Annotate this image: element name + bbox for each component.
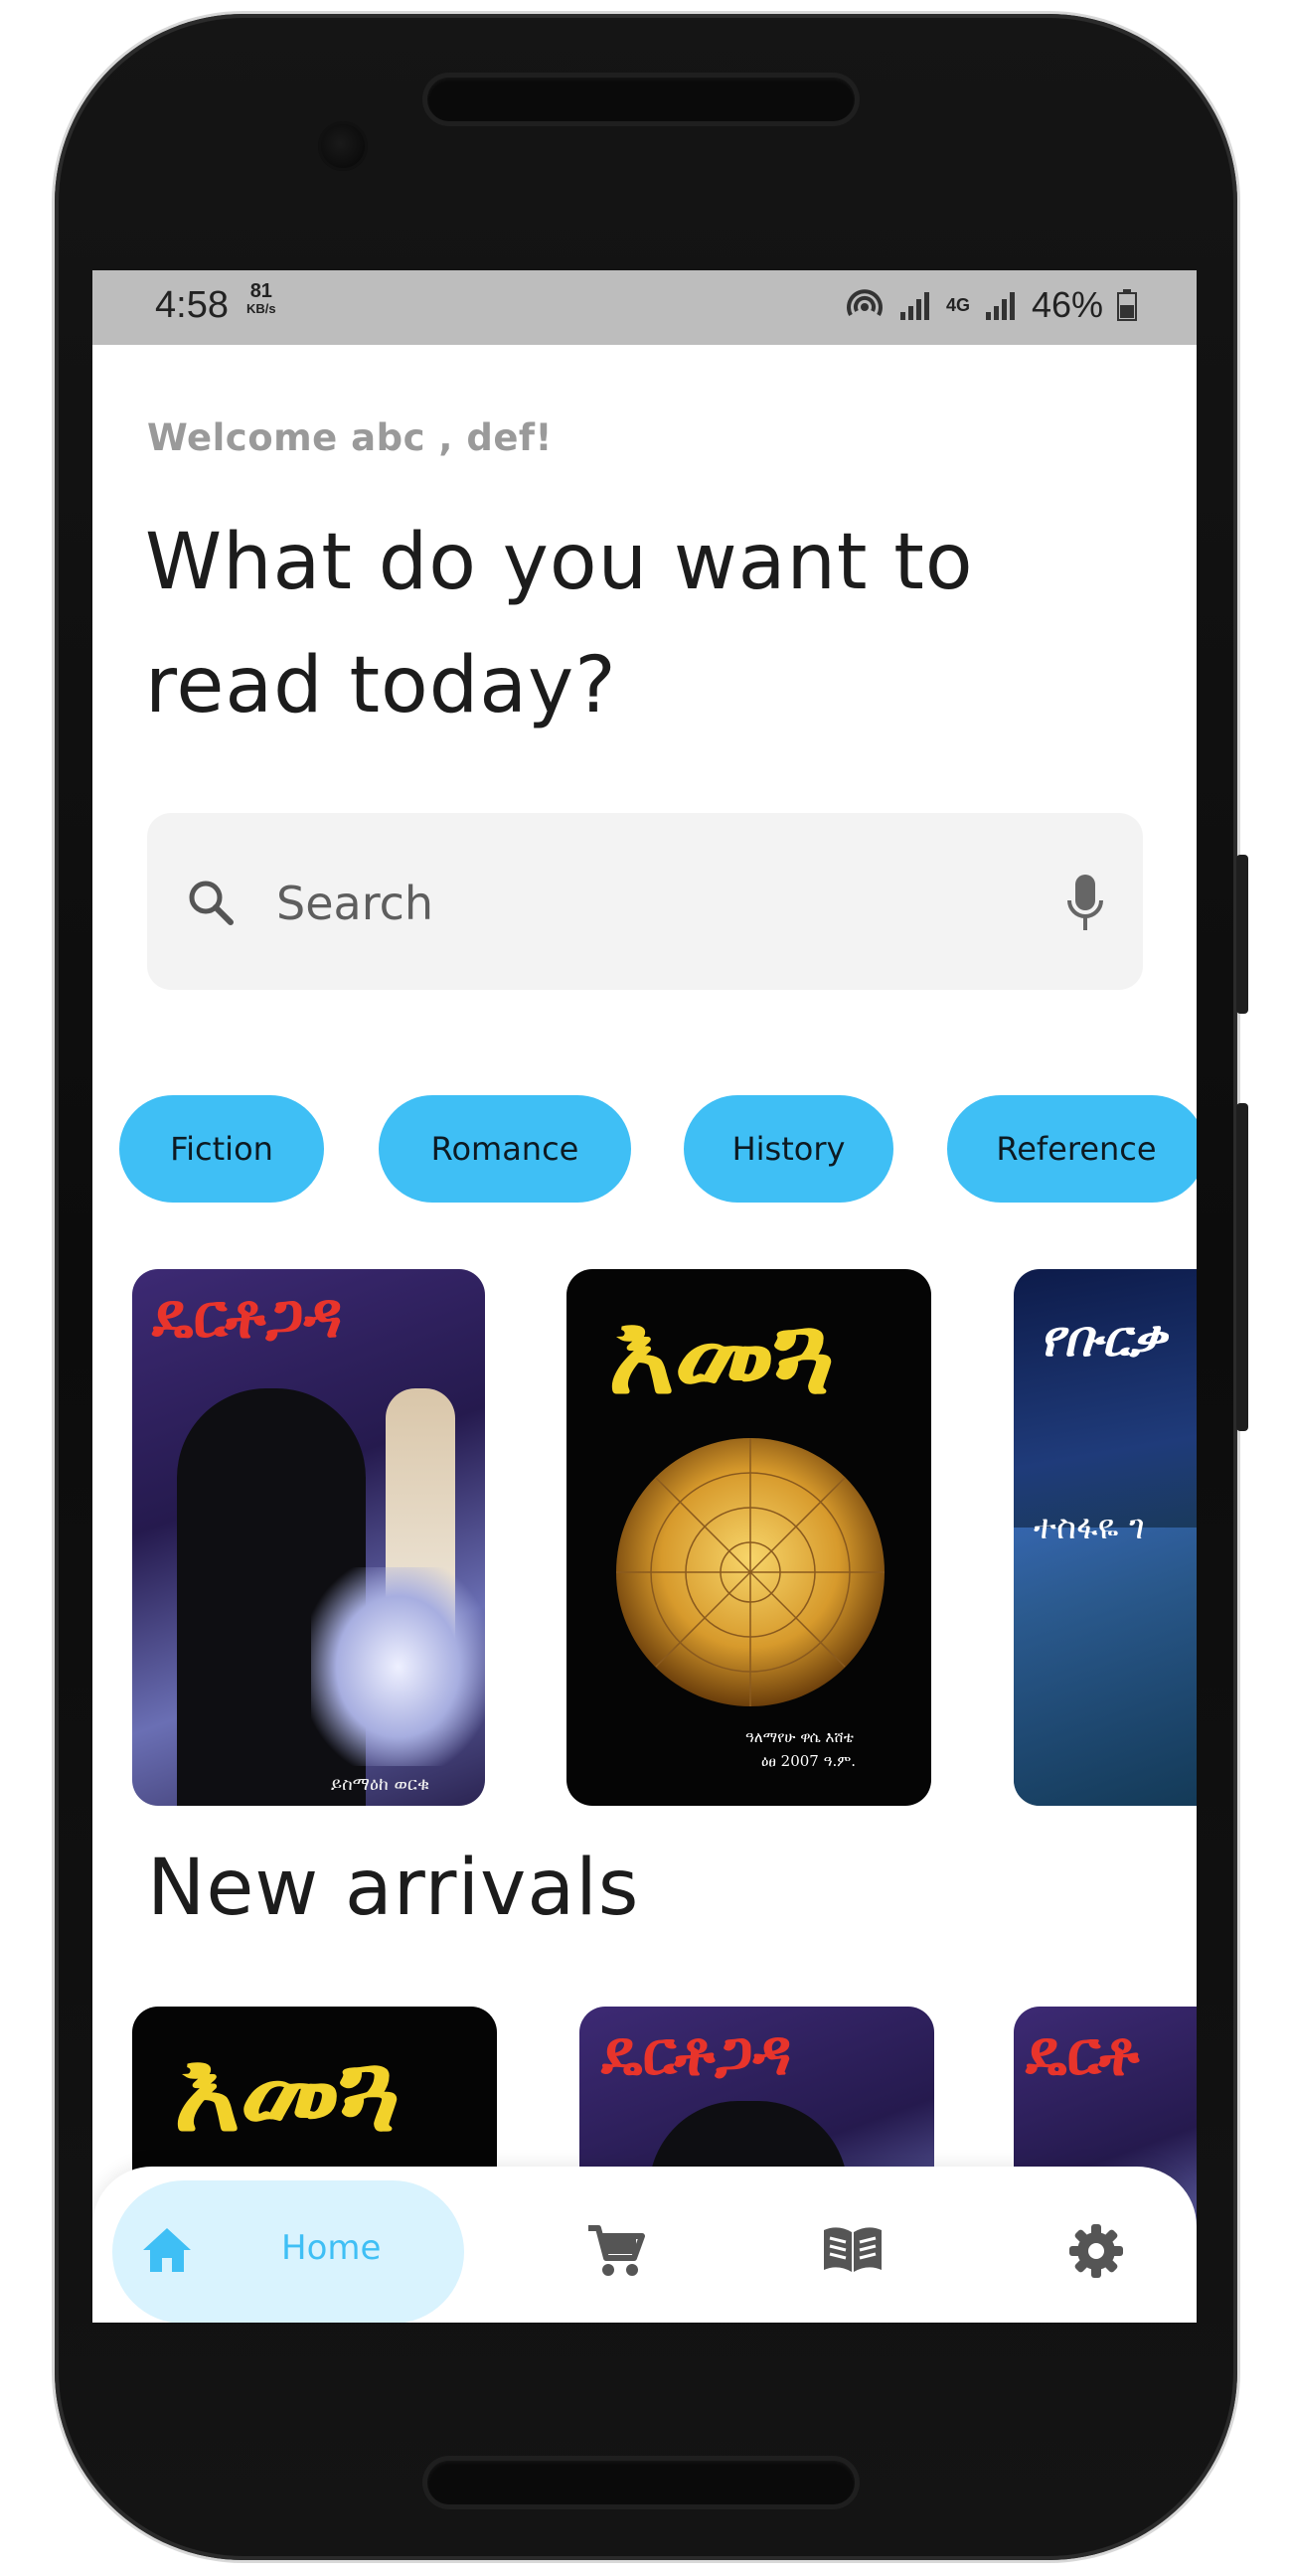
- bottom-speaker: [427, 2461, 855, 2504]
- signal-icon: [898, 290, 932, 320]
- book-title: ዴርቶ: [1026, 2016, 1140, 2089]
- front-camera: [318, 121, 368, 171]
- book-edition: ዕፀ 2007 ዓ.ም.: [761, 1752, 857, 1770]
- book-title: ዴርቶጋዳ: [601, 2016, 792, 2089]
- status-icons: 4G 46%: [845, 284, 1137, 326]
- page-title: What do you want to read today?: [145, 518, 974, 730]
- book-author: ተስፋዬ ገ: [1034, 1508, 1145, 1547]
- nav-home-label[interactable]: Home: [281, 2228, 381, 2268]
- app-screen: 4:58 81 KB/s 4G 46% Welcome abc , def! W…: [92, 270, 1197, 2323]
- network-speed: 81 KB/s: [246, 280, 276, 318]
- chip-fiction[interactable]: Fiction: [119, 1095, 324, 1203]
- network-type: 4G: [945, 295, 970, 315]
- battery-percentage: 46%: [1031, 284, 1103, 325]
- book-title: እመጓ: [608, 1289, 836, 1419]
- chip-history[interactable]: History: [684, 1095, 893, 1203]
- category-chips: Fiction Romance History Reference: [92, 1095, 1197, 1205]
- book-author: ዓለማየሁ ዋሴ እሸቴ: [745, 1728, 854, 1746]
- book-title: የቡርቃ: [1040, 1309, 1167, 1368]
- bottom-navigation: Home: [92, 2167, 1197, 2323]
- cart-icon[interactable]: [586, 2224, 646, 2278]
- status-bar: 4:58 81 KB/s 4G 46%: [92, 270, 1197, 345]
- welcome-text: Welcome abc , def!: [147, 416, 553, 459]
- volume-button: [1236, 855, 1248, 1014]
- power-button: [1236, 1103, 1248, 1431]
- book-cover-dertogada[interactable]: ዴርቶጋዳ ይስማዕከ ወርቁ: [132, 1269, 485, 1806]
- status-time: 4:58: [155, 284, 229, 326]
- battery-icon: [1117, 289, 1137, 321]
- book-cover-yeburka[interactable]: የቡርቃ ተስፋዬ ገ: [1014, 1269, 1197, 1806]
- home-icon[interactable]: [141, 2226, 193, 2274]
- cover-smoke: [311, 1567, 485, 1766]
- hotspot-icon: [847, 289, 883, 316]
- microphone-icon[interactable]: [1065, 873, 1105, 934]
- cover-waterfall: [1014, 1528, 1197, 1806]
- nav-home-button[interactable]: Home: [112, 2180, 464, 2323]
- chip-romance[interactable]: Romance: [379, 1095, 631, 1203]
- top-speaker: [427, 78, 855, 121]
- book-author: ይስማዕከ ወርቁ: [331, 1774, 430, 1795]
- chip-reference[interactable]: Reference: [947, 1095, 1197, 1203]
- section-title-new-arrivals: New arrivals: [147, 1844, 640, 1933]
- signal-icon-2: [984, 290, 1018, 320]
- network-speed-unit: KB/s: [246, 301, 276, 316]
- book-icon[interactable]: [820, 2224, 886, 2276]
- settings-icon[interactable]: [1069, 2224, 1123, 2278]
- book-cover-emegua[interactable]: እመጓ ዓለማየሁ ዋሴ እሸቴ ዕፀ 2007 ዓ.ም.: [566, 1269, 931, 1806]
- network-speed-value: 81: [249, 280, 272, 302]
- book-title: ዴርቶጋዳ: [152, 1279, 343, 1352]
- search-icon[interactable]: [185, 877, 237, 928]
- book-title: እመጓ: [174, 2026, 402, 2157]
- search-input[interactable]: [274, 867, 1034, 940]
- cover-globe: [616, 1438, 885, 1706]
- search-bar[interactable]: [147, 813, 1143, 990]
